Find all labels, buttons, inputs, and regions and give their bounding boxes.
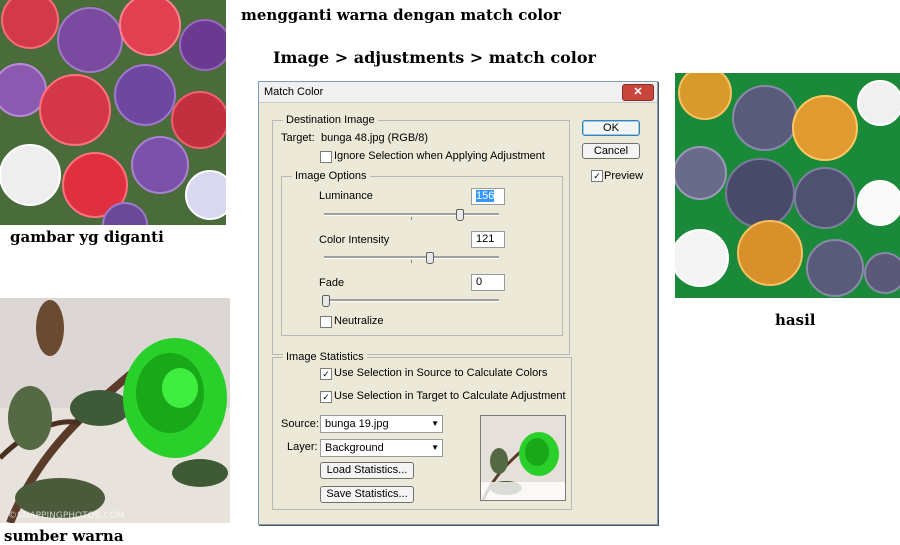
result-flowers-photo	[675, 73, 900, 298]
page-heading: mengganti warna dengan match color	[241, 6, 561, 24]
color-intensity-input[interactable]: 121	[471, 231, 505, 248]
preview-label[interactable]: Preview	[604, 170, 643, 182]
luminance-slider-track[interactable]	[324, 213, 499, 216]
fade-label: Fade	[319, 277, 345, 289]
dialog-titlebar[interactable]: Match Color ✕	[259, 82, 657, 103]
result-image-caption: hasil	[775, 311, 816, 329]
chevron-down-icon: ▼	[431, 419, 439, 428]
destination-image-label: Destination Image	[283, 114, 378, 126]
source-preview-thumbnail	[480, 415, 566, 501]
color-intensity-label: Color Intensity	[319, 234, 390, 246]
menu-path-caption: Image > adjustments > match color	[273, 48, 596, 67]
color-intensity-slider-track[interactable]	[324, 256, 499, 259]
match-color-dialog: Match Color ✕ Destination Image Target: …	[258, 81, 658, 525]
target-value: bunga 48.jpg (RGB/8)	[321, 132, 429, 144]
fade-slider-track[interactable]	[324, 299, 499, 302]
dialog-title: Match Color	[264, 86, 324, 98]
neutralize-label[interactable]: Neutralize	[334, 315, 384, 327]
target-label: Target:	[281, 132, 315, 144]
ok-button[interactable]: OK	[582, 120, 640, 136]
source-image-caption: sumber warna	[4, 527, 124, 545]
cancel-button[interactable]: Cancel	[582, 143, 640, 159]
close-icon: ✕	[633, 86, 643, 98]
neutralize-checkbox[interactable]	[320, 316, 332, 328]
close-button[interactable]: ✕	[622, 84, 654, 101]
preview-checkbox[interactable]: ✓	[591, 170, 603, 182]
chevron-down-icon: ▼	[431, 443, 439, 452]
color-intensity-slider-thumb[interactable]	[426, 252, 434, 264]
load-statistics-button[interactable]: Load Statistics...	[320, 462, 414, 479]
fade-input[interactable]: 0	[471, 274, 505, 291]
use-source-selection-label[interactable]: Use Selection in Source to Calculate Col…	[334, 367, 547, 379]
image-statistics-label: Image Statistics	[283, 351, 367, 363]
image-options-label: Image Options	[292, 170, 370, 182]
source-rose-photo: ©SNAPPINGPHOTOS.COM	[0, 298, 230, 523]
use-source-selection-checkbox[interactable]: ✓	[320, 368, 332, 380]
save-statistics-button[interactable]: Save Statistics...	[320, 486, 414, 503]
ignore-selection-checkbox[interactable]	[320, 151, 332, 163]
fade-slider-thumb[interactable]	[322, 295, 330, 307]
ignore-selection-label[interactable]: Ignore Selection when Applying Adjustmen…	[334, 150, 545, 162]
luminance-input[interactable]: 156	[471, 188, 505, 205]
use-target-selection-checkbox[interactable]: ✓	[320, 391, 332, 403]
original-flowers-photo	[0, 0, 226, 225]
layer-label: Layer:	[287, 441, 318, 453]
watermark-text: ©SNAPPINGPHOTOS.COM	[8, 511, 124, 521]
target-image-caption: gambar yg diganti	[10, 228, 164, 246]
source-select[interactable]: bunga 19.jpg ▼	[320, 415, 443, 433]
use-target-selection-label[interactable]: Use Selection in Target to Calculate Adj…	[334, 390, 566, 402]
layer-select[interactable]: Background ▼	[320, 439, 443, 457]
luminance-label: Luminance	[319, 190, 373, 202]
source-label: Source:	[281, 418, 319, 430]
luminance-slider-thumb[interactable]	[456, 209, 464, 221]
